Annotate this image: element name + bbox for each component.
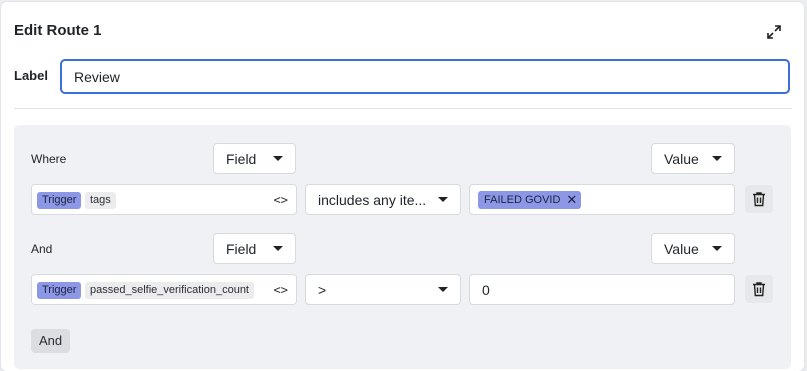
expand-icon[interactable] — [765, 23, 783, 41]
value-type-dropdown[interactable]: Value — [651, 233, 735, 264]
caret-down-icon — [438, 197, 448, 202]
field-name-chip: tags — [85, 192, 116, 209]
value-type-dropdown-label: Value — [664, 150, 699, 167]
condition-label-and: And — [31, 242, 53, 256]
value-chip-label: FAILED GOVID — [484, 194, 561, 206]
code-icon[interactable]: <> — [274, 193, 288, 207]
trash-icon — [753, 282, 765, 297]
operator-label: > — [318, 281, 327, 298]
caret-down-icon — [273, 246, 283, 251]
caret-down-icon — [273, 156, 283, 161]
condition-field-input[interactable]: Trigger passed_selfie_verification_count… — [31, 274, 297, 305]
add-and-condition-button[interactable]: And — [31, 329, 71, 353]
value-type-dropdown[interactable]: Value — [651, 143, 735, 174]
value-chip: FAILED GOVID ✕ — [478, 191, 582, 209]
caret-down-icon — [712, 246, 722, 251]
field-name-chip: passed_selfie_verification_count — [85, 282, 254, 299]
trash-icon — [753, 192, 765, 207]
operator-dropdown[interactable]: > — [305, 274, 461, 305]
divider — [14, 108, 792, 109]
field-type-dropdown-label: Field — [226, 150, 257, 167]
code-icon[interactable]: <> — [274, 283, 288, 297]
trigger-chip: Trigger — [37, 282, 82, 299]
caret-down-icon — [712, 156, 722, 161]
delete-condition-button[interactable] — [745, 275, 773, 303]
condition-value-input[interactable]: 0 — [469, 274, 735, 305]
operator-label: includes any ite... — [318, 191, 427, 208]
field-type-dropdown[interactable]: Field — [213, 233, 296, 264]
field-type-dropdown[interactable]: Field — [213, 143, 296, 174]
condition-value-input[interactable]: FAILED GOVID ✕ — [469, 184, 735, 215]
trigger-chip: Trigger — [37, 192, 82, 209]
delete-condition-button[interactable] — [745, 185, 773, 213]
value-type-dropdown-label: Value — [664, 240, 699, 257]
conditions-panel: Where Field Value Trigger tags <> includ… — [14, 125, 791, 369]
field-type-dropdown-label: Field — [226, 240, 257, 257]
edit-route-dialog: Edit Route 1 Label Where Field Value Tri… — [1, 2, 804, 371]
label-field-label: Label — [14, 68, 48, 83]
operator-dropdown[interactable]: includes any ite... — [305, 184, 461, 215]
caret-down-icon — [438, 287, 448, 292]
dialog-title: Edit Route 1 — [14, 22, 102, 39]
condition-label-where: Where — [31, 152, 67, 166]
close-icon[interactable]: ✕ — [566, 191, 577, 209]
condition-field-input[interactable]: Trigger tags <> — [31, 184, 297, 215]
label-input[interactable] — [60, 59, 790, 94]
value-text: 0 — [482, 282, 490, 298]
